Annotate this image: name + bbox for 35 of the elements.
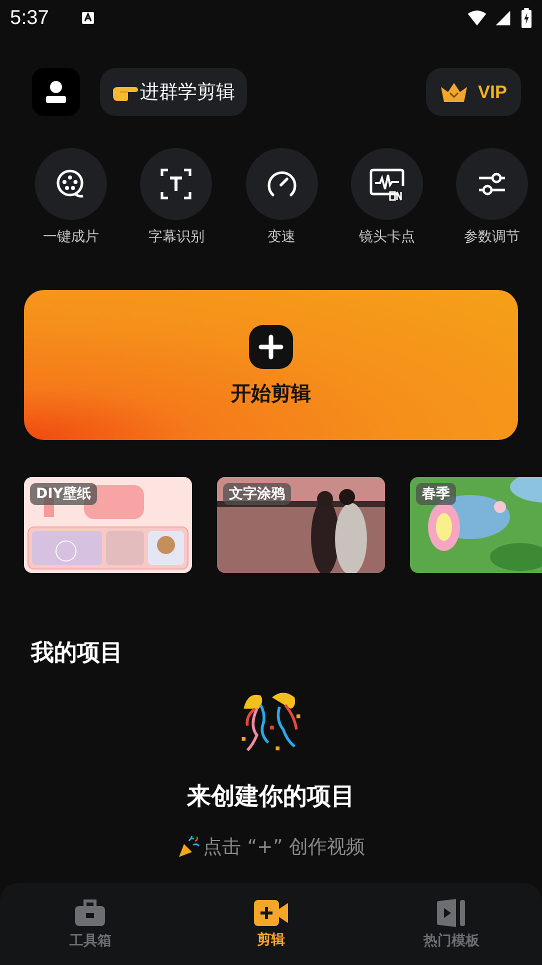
- template-card[interactable]: 春季: [410, 477, 542, 573]
- section-title: 我的项目: [31, 639, 123, 668]
- template-label: DIY壁纸: [30, 483, 97, 505]
- video-add-icon: [254, 899, 288, 927]
- person-icon: [44, 79, 68, 105]
- empty-title: 来创建你的项目: [187, 781, 355, 812]
- status-time: 5:37: [10, 6, 49, 30]
- tool-label: 变速: [268, 228, 296, 246]
- tool-label: 字幕识别: [148, 228, 204, 246]
- vip-button[interactable]: VIP: [426, 68, 521, 116]
- keyboard-icon: [80, 11, 95, 25]
- crown-icon: [440, 81, 468, 103]
- party-popper-icon: [177, 835, 202, 859]
- tool-label: 一键成片: [43, 228, 99, 246]
- template-card[interactable]: 文字涂鸦: [217, 477, 385, 573]
- nav-tab[interactable]: 热门模板: [361, 883, 542, 965]
- wifi-icon: [467, 9, 487, 27]
- join-group-button[interactable]: 进群学剪辑: [100, 68, 247, 116]
- toolbox-icon: [74, 898, 106, 928]
- nav-tab[interactable]: 工具箱: [0, 883, 181, 965]
- add-icon: [248, 324, 294, 370]
- template-card[interactable]: DIY壁纸: [24, 477, 192, 573]
- video-play-icon: [436, 898, 468, 928]
- battery-icon: [521, 8, 532, 28]
- signal-icon: [493, 9, 513, 27]
- empty-hint: 点击 “+” 创作视频: [203, 835, 365, 860]
- text-scan-icon: [158, 166, 194, 202]
- nav-tab[interactable]: 剪辑: [180, 883, 362, 965]
- template-label: 春季: [416, 483, 456, 505]
- tool-label: 镜头卡点: [358, 228, 415, 246]
- template-label: 文字涂鸦: [223, 483, 291, 505]
- profile-button[interactable]: [32, 68, 80, 116]
- waveform-monitor-icon: [368, 166, 406, 202]
- start-editing-card[interactable]: 开始剪辑: [24, 290, 518, 440]
- tool-label: 参数调节: [464, 228, 520, 246]
